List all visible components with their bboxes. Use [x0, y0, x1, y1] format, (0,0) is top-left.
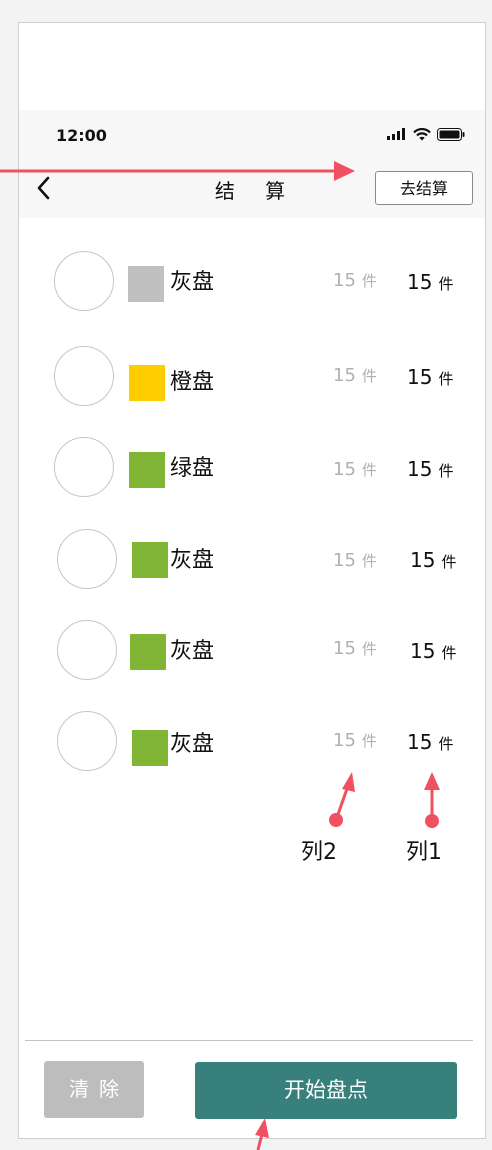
arrow-to-start-button-icon [255, 1118, 269, 1150]
arrow-column2-icon [329, 772, 355, 827]
arrow-to-checkout-icon [0, 161, 355, 181]
annotation-overlay [0, 161, 440, 1150]
arrow-column1-icon [424, 772, 440, 828]
